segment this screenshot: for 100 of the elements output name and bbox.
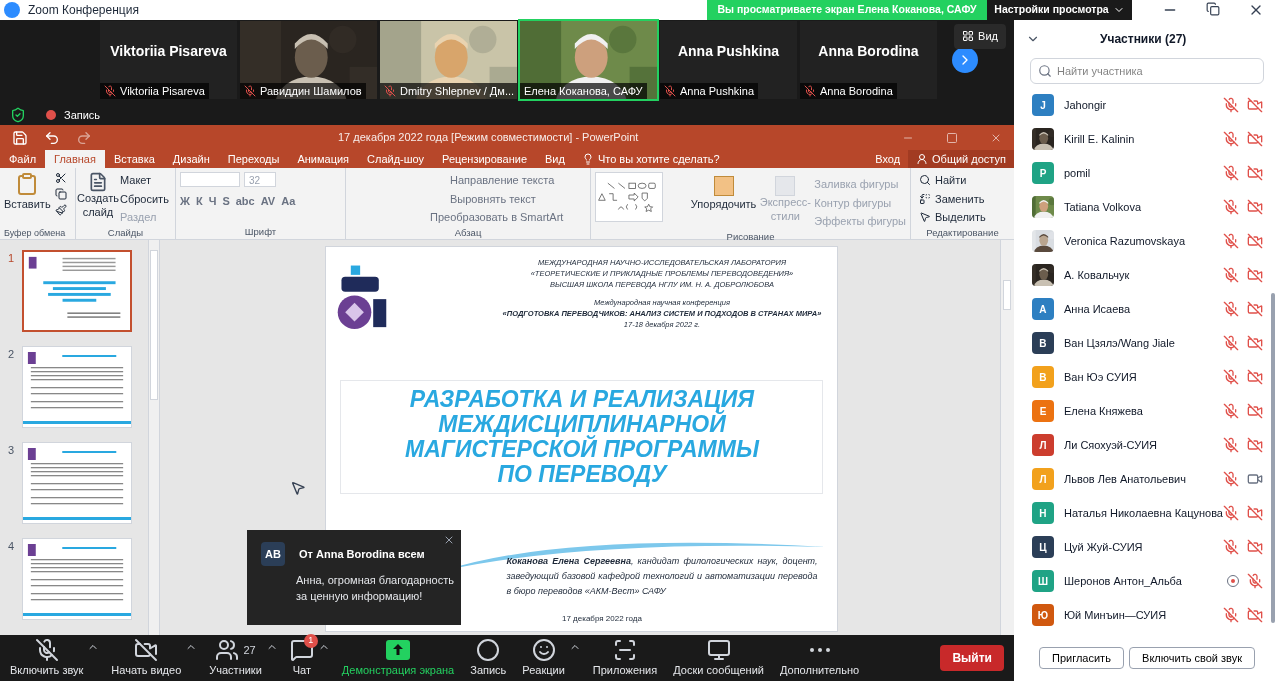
toolbar-button[interactable]: Включить звук (6, 637, 88, 679)
participant-name: Елена Княжева (1063, 403, 1143, 419)
save-icon[interactable] (12, 129, 28, 146)
video-off-icon (134, 637, 159, 662)
align-text-button[interactable]: Выровнять текст (450, 190, 586, 207)
participant-name: Viktoriia Pisareva (110, 43, 227, 59)
view-button[interactable]: Вид (954, 24, 1006, 49)
font-name-field[interactable] (180, 172, 240, 187)
participant-row[interactable]: В Ван Юэ СУИЯ (1013, 360, 1271, 394)
font-format-button[interactable]: К (195, 193, 203, 210)
share-banner: Вы просматриваете экран Елена Коканова, САФУ (707, 0, 987, 20)
participant-row[interactable]: Ш Шеронов Антон_Альба (1013, 564, 1271, 598)
slide-thumbnail[interactable] (22, 250, 132, 332)
toolbar-button[interactable]: 27 Участники (205, 637, 266, 679)
select-button[interactable]: Выделить (919, 209, 1010, 226)
sign-in-link[interactable]: Вход (867, 150, 909, 168)
participant-name: Anna Pushkina (677, 43, 780, 59)
view-settings-button[interactable]: Настройки просмотра (987, 0, 1132, 20)
participant-row[interactable]: В Ван Цзялэ/Wang Jiale (1013, 326, 1271, 360)
participant-row[interactable]: Н Наталья Николаевна Кацунова (1013, 496, 1271, 530)
layout-button[interactable]: Макет (120, 172, 169, 189)
video-tile[interactable]: Елена Коканова, САФУ (520, 21, 657, 99)
participant-name: Ван Юэ СУИЯ (1063, 369, 1137, 385)
scrollbar[interactable] (148, 240, 160, 635)
ribbon-tab[interactable]: Вид (536, 150, 574, 168)
cut-icon[interactable] (54, 172, 67, 184)
invite-button[interactable]: Пригласить (1038, 646, 1124, 669)
participant-name: Veronica Razumovskaya (1063, 233, 1186, 249)
font-format-button[interactable]: S (222, 193, 230, 210)
font-format-button[interactable]: AV (260, 193, 276, 210)
toolbar-button[interactable]: Демонстрация экрана (337, 637, 459, 679)
ribbon-tab[interactable]: Файл (0, 150, 46, 168)
tell-me-field[interactable]: Что вы хотите сделать? (581, 150, 720, 168)
ribbon-tab[interactable]: Анимация (288, 150, 359, 168)
video-tile[interactable]: Dmitry Shlepnev / Дм... (380, 21, 517, 99)
ribbon-tab[interactable]: Рецензирование (433, 150, 537, 168)
smartart-button[interactable]: Преобразовать в SmartArt (430, 209, 564, 226)
participant-name: Kirill E. Kalinin (1063, 131, 1135, 147)
ribbon-tab[interactable]: Главная (45, 150, 105, 168)
replace-button[interactable]: Заменить (919, 190, 1010, 207)
toolbar-button[interactable]: Дополнительно (775, 637, 864, 679)
group-label: Буфер обмена (4, 227, 67, 239)
participant-row[interactable]: Veronica Razumovskaya (1013, 224, 1271, 258)
participant-name: Анна Исаева (1063, 301, 1131, 317)
maximize-icon[interactable] (945, 131, 958, 144)
participant-row[interactable]: А. Ковальчук (1013, 258, 1271, 292)
shield-icon[interactable] (10, 106, 26, 123)
video-tile[interactable]: Равиддин Шамилов (240, 21, 377, 99)
search-field[interactable]: Найти участника (1029, 58, 1264, 84)
restore-icon[interactable] (1206, 2, 1220, 16)
text-direction-button[interactable]: Направление текста (450, 172, 586, 189)
participant-name: Jahongir (1063, 97, 1107, 113)
copy-icon[interactable] (54, 188, 67, 200)
participant-row[interactable]: Ю Юй Минъин—СУИЯ (1013, 598, 1271, 632)
toolbar-button[interactable]: Доски сообщений (669, 637, 768, 679)
find-button[interactable]: Найти (919, 172, 1010, 189)
paste-button[interactable]: Вставить (4, 168, 51, 227)
leave-button[interactable]: Выйти (940, 645, 1004, 671)
format-painter-icon[interactable] (54, 204, 67, 216)
chat-notification[interactable]: AB От Anna Borodina всем Анна, огромная благодарность за ценную информацию! (247, 530, 461, 625)
reset-button[interactable]: Сбросить (120, 190, 169, 207)
video-tile[interactable]: Anna Borodina Anna Borodina (800, 21, 937, 99)
unmute-self-button[interactable]: Включить свой звук (1129, 646, 1255, 669)
participant-row[interactable]: Л Львов Лев Анатольевич (1013, 462, 1271, 496)
participant-count: 27 (243, 642, 256, 658)
video-tile[interactable]: Viktoriia Pisareva Viktoriia Pisareva (100, 21, 237, 99)
video-tile[interactable]: Anna Pushkina Anna Pushkina (660, 21, 797, 99)
font-format-button[interactable]: abc (235, 193, 255, 210)
undo-icon[interactable] (44, 129, 60, 146)
avatar-initial: Л (1031, 468, 1054, 490)
scrollbar[interactable] (999, 240, 1014, 635)
toolbar-button[interactable]: Начать видео (107, 637, 186, 679)
ribbon-tab[interactable]: Дизайн (163, 150, 219, 168)
font-format-button[interactable]: Aa (281, 193, 296, 210)
participant-row[interactable]: J Jahongir (1013, 88, 1271, 122)
font-format-button[interactable]: Ч (208, 193, 217, 210)
chat-icon (289, 637, 314, 662)
font-format-button[interactable]: Ж (180, 193, 190, 210)
shapes-gallery-drawing[interactable] (595, 172, 663, 222)
ribbon-tab[interactable]: Слайд-шоу (358, 150, 434, 168)
ribbon-tab[interactable]: Вставка (104, 150, 164, 168)
ribbon-tab[interactable]: Переходы (218, 150, 289, 168)
arrange-button[interactable]: Упорядочить (690, 172, 757, 230)
toolbar-button[interactable]: Запись (466, 637, 511, 679)
search-icon (1037, 64, 1052, 78)
participant-row[interactable]: Л Ли Сяохуэй-СУИЯ (1013, 428, 1271, 462)
next-page-button[interactable] (952, 47, 978, 73)
participant-name: А. Ковальчук (1063, 267, 1130, 283)
participant-row[interactable]: Е Елена Княжева (1013, 394, 1271, 428)
participant-row[interactable]: А Анна Исаева (1013, 292, 1271, 326)
participant-row[interactable]: Ц Цуй Жуй-СУИЯ (1013, 530, 1271, 564)
participant-row[interactable]: Tatiana Volkova (1013, 190, 1271, 224)
name-label: Anna Pushkina (660, 82, 758, 99)
avatar-initials: AB (261, 542, 285, 566)
toolbar-button[interactable]: Реакции (518, 637, 569, 679)
close-icon[interactable] (443, 534, 455, 546)
participant-row[interactable]: P pomil (1013, 156, 1271, 190)
share-button[interactable]: Общий доступ (908, 150, 1014, 168)
participant-row[interactable]: Kirill E. Kalinin (1013, 122, 1271, 156)
toolbar-button[interactable]: Приложения (588, 637, 662, 679)
